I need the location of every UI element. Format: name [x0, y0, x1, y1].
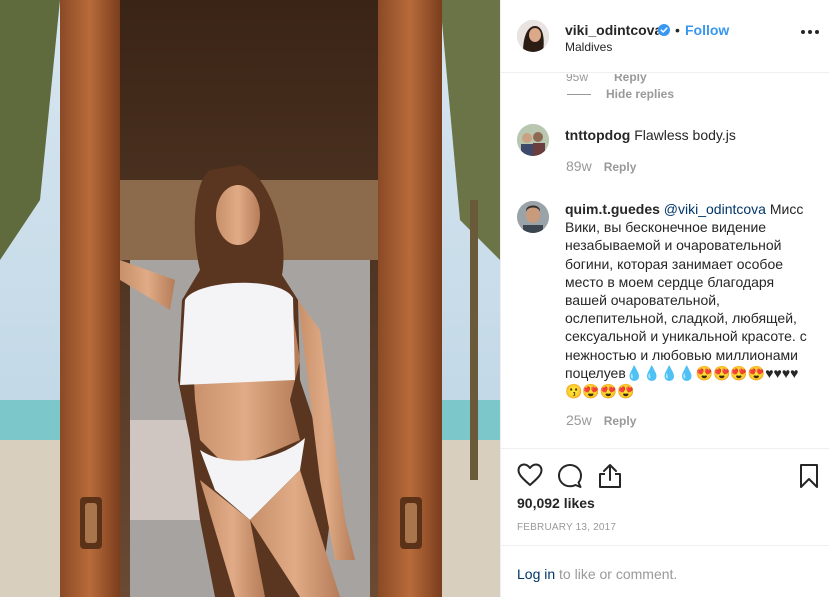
login-footer: Log in to like or comment.: [501, 545, 829, 597]
comment-meta: 25w Reply: [566, 412, 636, 428]
post-photo[interactable]: [0, 0, 500, 597]
reply-button[interactable]: Reply: [614, 74, 647, 84]
post-panel: viki_odintcova • Follow Maldives 95w Repl…: [500, 0, 829, 597]
post-location[interactable]: Maldives: [565, 40, 612, 54]
commenter-username[interactable]: tnttopdog: [565, 127, 630, 143]
comment-body: tnttopdog Flawless body.js: [565, 126, 813, 144]
comment-icon[interactable]: [557, 463, 583, 489]
post-photo-image: [0, 0, 500, 597]
separator-dot: •: [675, 22, 680, 38]
comment-text: Flawless body.js: [634, 127, 736, 143]
login-prompt: Log in to like or comment.: [517, 566, 677, 582]
comment-mention[interactable]: @viki_odintcova: [664, 201, 766, 217]
comment-body: quim.t.guedes @viki_odintcova Мисс Вики,…: [565, 200, 813, 400]
post-header: viki_odintcova • Follow Maldives: [501, 0, 829, 73]
more-horizontal-icon[interactable]: [801, 29, 819, 35]
bookmark-icon[interactable]: [799, 463, 819, 489]
likes-count[interactable]: 90,092 likes: [517, 495, 595, 511]
login-link[interactable]: Log in: [517, 566, 555, 582]
author-username[interactable]: viki_odintcova: [565, 22, 662, 38]
comment-meta: 89w Reply: [566, 158, 636, 174]
comment-text: Мисс Вики, вы бесконечное видение незабы…: [565, 201, 807, 400]
comment-time: 25w: [566, 412, 592, 428]
commenter-username[interactable]: quim.t.guedes: [565, 201, 660, 217]
hide-replies-button[interactable]: Hide replies: [606, 87, 674, 101]
verified-badge-icon: [658, 24, 670, 36]
hide-replies-line: [567, 94, 591, 95]
login-prompt-text: to like or comment.: [555, 566, 678, 582]
commenter-avatar[interactable]: [517, 201, 549, 233]
follow-button[interactable]: Follow: [685, 22, 729, 38]
share-icon[interactable]: [598, 463, 622, 489]
partial-comment-meta: 95w Reply: [566, 74, 647, 84]
commenter-avatar[interactable]: [517, 124, 549, 156]
comment-time: 95w: [566, 74, 589, 84]
heart-icon[interactable]: [517, 463, 543, 487]
comment-time: 89w: [566, 158, 592, 174]
comments-list[interactable]: 95w Reply Hide replies tnttopdog Flawless…: [501, 74, 829, 448]
post-date[interactable]: February 13, 2017: [517, 522, 616, 533]
author-avatar[interactable]: [517, 20, 549, 52]
reply-button[interactable]: Reply: [604, 414, 637, 428]
reply-button[interactable]: Reply: [604, 160, 637, 174]
